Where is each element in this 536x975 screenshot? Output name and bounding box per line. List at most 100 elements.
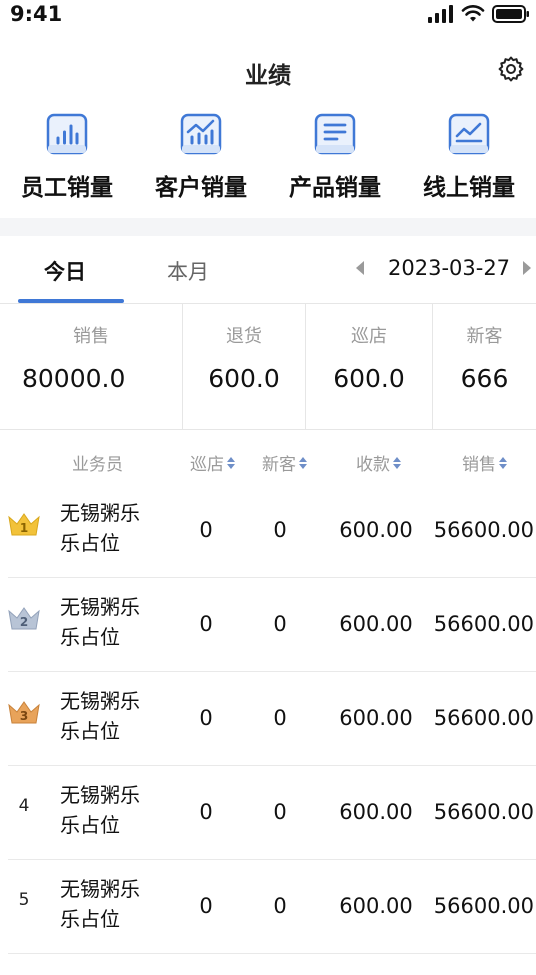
shortcut-label: 员工销量 [21,175,113,201]
table-row[interactable]: 2 无锡粥乐 乐占位 0 0 600.00 56600.00 [0,578,536,672]
tab-month[interactable]: 本月 [167,256,209,286]
store-visits-value: 0 [199,894,213,918]
name-line: 乐占位 [60,531,120,555]
salesperson-name: 无锡粥乐 乐占位 [60,780,160,840]
line-chart-icon [448,113,490,155]
name-line: 无锡粥乐 [60,877,140,901]
payment-value: 600.00 [339,800,413,824]
new-customers-value: 0 [273,800,287,824]
payment-value: 600.00 [339,706,413,730]
sort-icon [499,456,507,469]
name-line: 乐占位 [60,719,120,743]
name-line: 乐占位 [60,625,120,649]
stat-value: 80000.0 [22,364,126,393]
nav-bar: 业绩 [0,50,536,96]
battery-icon [492,5,529,23]
stats-summary: 销售 80000.0 退货 600.0 巡店 600.0 新客 666 [0,304,536,430]
status-icons [428,5,530,23]
stat-card-store-visits: 巡店 600.0 [306,304,433,430]
row-divider [8,953,536,954]
rank-number: 4 [18,796,30,816]
crown-bronze-icon: 3 [8,701,40,724]
payment-value: 600.00 [339,612,413,636]
sales-value: 56600.00 [433,518,534,542]
store-visits-value: 0 [199,518,213,542]
header-sales[interactable]: 销售 [462,450,507,475]
name-line: 无锡粥乐 [60,689,140,713]
sales-value: 56600.00 [433,612,534,636]
shortcut-customer-sales[interactable]: 客户销量 [134,108,268,216]
date-prev-arrow-icon[interactable] [356,261,364,275]
payment-value: 600.00 [339,894,413,918]
stat-card-returns: 退货 600.0 [183,304,306,430]
page-title: 业绩 [245,63,291,89]
ranking-table: 1 无锡粥乐 乐占位 0 0 600.00 56600.00 2 无锡粥乐 乐占… [0,484,536,954]
stat-value: 666 [460,364,509,393]
rank-number: 3 [20,709,28,723]
trend-chart-icon [180,113,222,155]
status-bar: 9:41 [0,0,536,30]
salesperson-name: 无锡粥乐 乐占位 [60,686,160,746]
sales-value: 56600.00 [433,706,534,730]
rank-badge-bronze: 3 [6,694,42,730]
table-row[interactable]: 4 无锡粥乐 乐占位 0 0 600.00 56600.00 [0,766,536,860]
stat-label: 退货 [226,326,262,347]
bar-chart-icon [46,113,88,155]
date-next-arrow-icon[interactable] [523,261,531,275]
section-divider [0,218,536,236]
store-visits-value: 0 [199,706,213,730]
table-header: 业务员 巡店 新客 收款 销售 [0,440,536,484]
new-customers-value: 0 [273,612,287,636]
table-row[interactable]: 5 无锡粥乐 乐占位 0 0 600.00 56600.00 [0,860,536,954]
shortcut-label: 线上销量 [423,175,515,201]
signal-icon [428,5,453,23]
rank-number: 2 [20,615,28,629]
new-customers-value: 0 [273,518,287,542]
name-line: 乐占位 [60,907,120,931]
stat-label: 销售 [73,326,109,347]
name-line: 无锡粥乐 [60,501,140,525]
header-salesperson: 业务员 [72,455,123,475]
sort-icon [227,456,235,469]
header-label: 销售 [462,455,496,475]
document-list-icon [314,113,356,155]
name-line: 无锡粥乐 [60,783,140,807]
settings-button[interactable] [496,54,526,84]
store-visits-value: 0 [199,612,213,636]
table-row[interactable]: 1 无锡粥乐 乐占位 0 0 600.00 56600.00 [0,484,536,578]
header-store-visits[interactable]: 巡店 [190,450,235,475]
shortcut-employee-sales[interactable]: 员工销量 [0,108,134,216]
header-label: 收款 [356,455,390,475]
shortcut-grid: 员工销量 客户销量 产品销量 线上销量 [0,108,536,216]
shortcut-online-sales[interactable]: 线上销量 [402,108,536,216]
sort-icon [299,456,307,469]
status-time: 9:41 [10,2,63,26]
name-line: 无锡粥乐 [60,595,140,619]
rank-cell: 5 [6,882,42,918]
crown-silver-icon: 2 [8,607,40,630]
stat-label: 新客 [466,326,503,347]
date-value[interactable]: 2023-03-27 [388,256,510,280]
table-row[interactable]: 3 无锡粥乐 乐占位 0 0 600.00 56600.00 [0,672,536,766]
rank-number: 1 [20,521,28,535]
new-customers-value: 0 [273,706,287,730]
store-visits-value: 0 [199,800,213,824]
rank-badge-silver: 2 [6,600,42,636]
active-tab-indicator [18,299,124,303]
header-payment[interactable]: 收款 [356,450,401,475]
salesperson-name: 无锡粥乐 乐占位 [60,592,160,652]
stat-value: 600.0 [333,364,405,393]
payment-value: 600.00 [339,518,413,542]
name-line: 乐占位 [60,813,120,837]
stat-card-sales: 销售 80000.0 [0,304,183,430]
shortcut-label: 产品销量 [289,175,381,201]
period-tabs: 今日 本月 2023-03-27 [0,236,536,304]
gear-icon [498,56,524,82]
shortcut-product-sales[interactable]: 产品销量 [268,108,402,216]
salesperson-name: 无锡粥乐 乐占位 [60,874,160,934]
rank-badge-gold: 1 [6,506,42,542]
sales-value: 56600.00 [433,894,534,918]
sales-value: 56600.00 [433,800,534,824]
header-new-customers[interactable]: 新客 [262,450,307,475]
tab-today[interactable]: 今日 [44,256,86,286]
